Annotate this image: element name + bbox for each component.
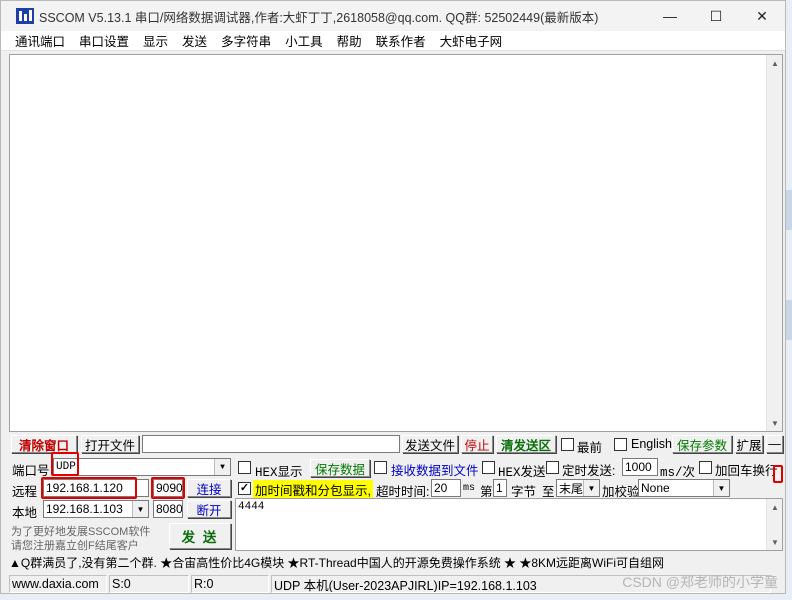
close-icon: ✕ [756,7,768,24]
add-crlf-checkbox[interactable] [699,461,712,474]
ad-banner[interactable]: ▲Q群满员了,没有第二个群. ★合宙高性价比4G模块 ★RT-Thread中国人… [9,553,783,571]
chevron-down-icon[interactable]: ▼ [214,459,230,475]
maximize-button[interactable]: ☐ [693,1,739,31]
scroll-up-icon[interactable]: ▲ [767,499,783,515]
chevron-down-icon[interactable]: ▼ [583,480,599,496]
english-checkbox[interactable] [614,438,627,451]
recv-to-file-checkbox[interactable] [374,461,387,474]
collapse-button[interactable]: — [766,435,783,453]
scroll-down-icon[interactable]: ▼ [767,534,783,550]
menu-bar: 通讯端口 串口设置 显示 发送 多字符串 小工具 帮助 联系作者 大虾电子网 [1,31,785,51]
menu-contact-author[interactable]: 联系作者 [369,31,433,50]
timestamp-label: 加时间戳和分包显示, [253,480,373,499]
local-label: 本地 [12,506,38,520]
menu-help[interactable]: 帮助 [330,31,369,50]
interval-unit: ms/次 [660,466,696,480]
send-file-button[interactable]: 发送文件 [402,435,458,453]
status-received: R:0 [191,575,269,593]
hex-send-checkbox[interactable] [482,461,495,474]
local-ip-select[interactable]: 192.168.1.103 ▼ [43,500,149,518]
highlight-box [51,452,79,476]
expand-button[interactable]: 扩展 [735,435,763,453]
close-button[interactable]: ✕ [739,1,785,31]
remote-label: 远程 [12,485,38,499]
to-select[interactable]: 末尾 ▼ [556,479,600,497]
port-select[interactable]: UDP ▼ [53,458,231,476]
minimize-icon: — [663,8,677,24]
highlight-box [41,477,137,499]
connect-button[interactable]: 连接 [187,479,231,497]
scroll-down-icon[interactable]: ▼ [767,415,783,431]
save-params-button[interactable]: 保存参数 [672,435,732,453]
hex-display-label: HEX显示 [255,466,303,480]
send-text-area[interactable]: 4444 ▲ ▼ [235,498,783,551]
highlight-box [151,477,185,499]
scroll-up-icon[interactable]: ▲ [767,55,783,71]
menu-tools[interactable]: 小工具 [278,31,330,50]
hex-send-label: HEX发送 [498,466,546,480]
chevron-down-icon[interactable]: ▼ [713,480,729,496]
receive-area[interactable]: ▲ ▼ [9,54,783,432]
timestamp-checkbox[interactable]: ✓ [238,482,251,495]
hex-display-checkbox[interactable] [238,461,251,474]
send-scrollbar[interactable]: ▲ ▼ [766,499,782,550]
ad-line-2: 请您注册嘉立创F结尾客户 [11,540,139,552]
maximize-icon: ☐ [709,7,723,24]
to-value: 末尾 [559,481,584,496]
timed-send-label: 定时发送: [562,464,616,478]
clear-window-button[interactable]: 清除窗口 [11,435,77,453]
topmost-label: 最前 [577,441,603,455]
menu-comm-port[interactable]: 通讯端口 [1,31,72,50]
send-button[interactable]: 发 送 [169,523,231,549]
english-label: English [631,437,672,451]
clear-send-area-button[interactable]: 清发送区 [496,435,556,453]
timeout-field[interactable]: 20 [431,479,461,497]
sscom-window: SSCOM V5.13.1 串口/网络数据调试器,作者:大虾丁丁,2618058… [0,0,786,594]
menu-daxia-site[interactable]: 大虾电子网 [433,31,510,50]
timed-send-checkbox[interactable] [546,461,559,474]
timeout-unit: ms [463,483,476,494]
receive-scrollbar[interactable]: ▲ ▼ [766,55,782,431]
topmost-checkbox[interactable] [561,438,574,451]
highlight-box [773,465,783,483]
open-file-button[interactable]: 打开文件 [81,435,139,453]
local-ip-value: 192.168.1.103 [46,502,123,516]
file-path-field[interactable] [142,435,400,453]
window-title: SSCOM V5.13.1 串口/网络数据调试器,作者:大虾丁丁,2618058… [39,10,599,25]
app-icon [16,8,34,24]
menu-display[interactable]: 显示 [136,31,175,50]
watermark: CSDN @郑老师的小学童 [622,574,778,590]
add-crlf-label: 加回车换行 [715,464,778,478]
interval-field[interactable]: 1000 [622,458,658,476]
disconnect-button[interactable]: 断开 [187,500,231,518]
status-site[interactable]: www.daxia.com [9,575,107,593]
minimize-button[interactable]: — [647,1,693,31]
status-sent: S:0 [109,575,189,593]
checksum-value: None [641,481,670,495]
menu-send[interactable]: 发送 [175,31,214,50]
chevron-down-icon[interactable]: ▼ [132,501,148,517]
stop-button[interactable]: 停止 [461,435,493,453]
byte-index-field[interactable]: 1 [493,479,507,497]
send-content: 4444 [238,501,265,513]
recv-to-file-label: 接收数据到文件 [391,464,479,478]
local-port-field[interactable]: 8080 [153,500,183,518]
menu-multi-string[interactable]: 多字符串 [214,31,278,50]
title-bar: SSCOM V5.13.1 串口/网络数据调试器,作者:大虾丁丁,2618058… [1,1,785,31]
checksum-select[interactable]: None ▼ [638,479,730,497]
menu-serial-settings[interactable]: 串口设置 [72,31,136,50]
save-data-button[interactable]: 保存数据 [310,459,370,477]
